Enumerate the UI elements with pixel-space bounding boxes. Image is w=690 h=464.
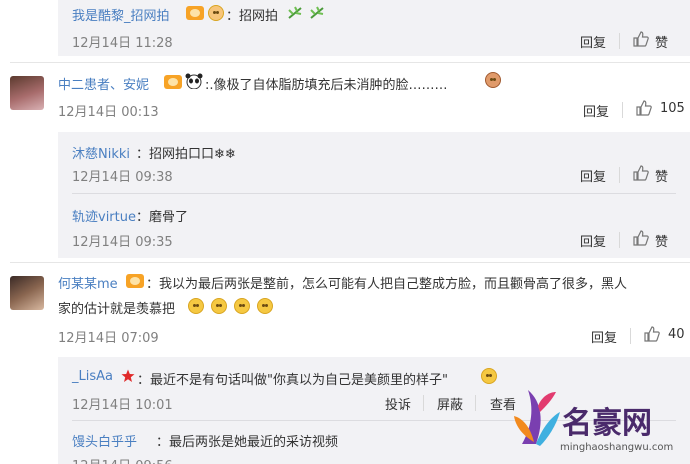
vip-badge-icon [164, 75, 182, 89]
action-separator [619, 232, 620, 248]
thumbs-up-icon[interactable] [633, 165, 649, 181]
block-button[interactable]: 屏蔽 [437, 394, 463, 413]
comment-username[interactable]: 轨迹virtue [72, 206, 136, 225]
action-separator [630, 328, 631, 344]
emoji-icon [211, 298, 227, 314]
thumbs-up-icon[interactable] [633, 31, 649, 47]
comment-text: ：招网拍⼝⼝❄❄ [136, 147, 236, 162]
comment-timestamp: 12月14日 11:28 [72, 36, 173, 51]
like-button[interactable]: 赞 [655, 166, 668, 185]
report-button[interactable]: 投诉 [385, 394, 411, 413]
star-badge-icon [121, 369, 135, 382]
action-separator [619, 167, 620, 183]
comment-text: ：我以为最后两张是整前，怎么可能有人把自己整成方脸，而且颧骨高了很多，黑人 [146, 277, 628, 292]
emoji-icon [234, 298, 250, 314]
watermark-title: 名豪网 [562, 406, 652, 441]
comment-username[interactable]: 馒头白乎乎 [72, 431, 137, 450]
panda-emoji-icon [185, 73, 203, 89]
bamboo-emoji-icon [310, 6, 324, 19]
reply-button[interactable]: 回复 [580, 32, 606, 51]
comment-username[interactable]: 沐慈Nikki [72, 143, 130, 162]
comment-username[interactable]: _LisAa [72, 369, 113, 384]
action-separator [619, 33, 620, 49]
comment-divider [10, 262, 690, 263]
thumbs-up-icon[interactable] [636, 100, 652, 116]
comment-text: ：最近不是有句话叫做"你真以为自己是美颜里的样子" [137, 373, 448, 388]
emoji-icon [257, 298, 273, 314]
bamboo-emoji-icon [288, 6, 302, 19]
action-separator [475, 395, 476, 411]
comment-username[interactable]: 我是酷黎_招网拍 [72, 5, 170, 24]
comment-text: ：最后两张是她最近的采访视频 [156, 435, 339, 450]
vip-badge-icon [186, 6, 204, 20]
comment-username[interactable]: 何某某me [58, 273, 118, 292]
watermark-logo-icon [514, 390, 560, 446]
avatar[interactable] [10, 76, 44, 110]
action-separator [423, 395, 424, 411]
reply-button[interactable]: 回复 [580, 231, 606, 250]
comment-timestamp: 12月14日 09:38 [72, 170, 173, 185]
comment-timestamp: 12月14日 00:13 [58, 105, 159, 120]
comment-timestamp-clip: 12月14日 09:56 [72, 455, 192, 464]
comment-text: ：招网拍 [226, 9, 279, 24]
comment-timestamp: 12月14日 09:56 [72, 455, 173, 464]
reply-divider [72, 193, 676, 194]
comment-username[interactable]: 中二患者、安妮 [58, 74, 149, 93]
reply-button[interactable]: 回复 [591, 327, 617, 346]
like-button[interactable]: 赞 [655, 32, 668, 51]
like-count[interactable]: 105 [660, 101, 685, 116]
avatar[interactable] [10, 276, 44, 310]
like-count[interactable]: 40 [668, 327, 685, 342]
reply-button[interactable]: 回复 [580, 166, 606, 185]
comment-divider [10, 62, 690, 63]
thumbs-up-icon[interactable] [644, 326, 660, 342]
comment-text: :.像极了自体脂肪填充后未消肿的脸……… [205, 78, 448, 93]
emoji-icon [485, 72, 501, 88]
comment-timestamp: 12月14日 09:35 [72, 235, 173, 250]
comment-timestamp: 12月14日 10:01 [72, 398, 173, 413]
watermark-url: minghaoshangwu.com [560, 442, 674, 453]
emoji-icon [481, 368, 497, 384]
reply-button[interactable]: 回复 [583, 101, 609, 120]
comment-timestamp: 12月14日 07:09 [58, 331, 159, 346]
like-button[interactable]: 赞 [655, 231, 668, 250]
comment-text-line2: 家的估计就是羡慕把 [58, 302, 176, 317]
vip-badge-icon [126, 274, 144, 288]
emoji-icon [188, 298, 204, 314]
thumbs-up-icon[interactable] [633, 230, 649, 246]
emoji-icon [208, 5, 224, 21]
comment-text: ：磨骨了 [136, 210, 189, 225]
action-separator [622, 102, 623, 118]
